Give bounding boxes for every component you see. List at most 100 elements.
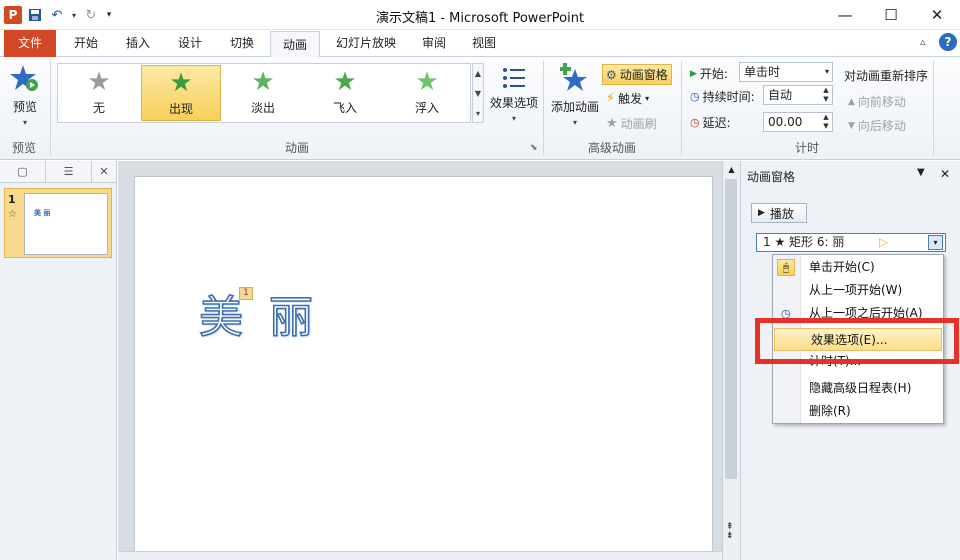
mouse-icon: 🖰: [777, 259, 795, 276]
close-pane-icon[interactable]: ✕: [92, 161, 116, 183]
tab-slides[interactable]: ▢: [0, 160, 46, 183]
tab-slideshow[interactable]: 幻灯片放映: [326, 30, 406, 57]
animation-label: 浮入: [414, 101, 439, 115]
effect-options-label: 效果选项: [489, 96, 538, 110]
animation-item-text: 1 ★ 矩形 6: 丽: [763, 235, 845, 249]
duration-value: 自动: [768, 88, 793, 102]
trigger-dropdown-icon: ▾: [645, 94, 650, 103]
play-button[interactable]: ▶ 播放: [751, 203, 807, 223]
duration-field[interactable]: 自动 ▲ ▼: [763, 85, 833, 105]
delay-field[interactable]: 00.00 ▲ ▼: [763, 112, 833, 132]
ribbon: 预览 ▾ 预览 ★ 无 ★ 出现 ★ 淡出 ★ 飞入 ★ 浮入 ▲ ▼ ▾ 效果选项…: [0, 57, 960, 160]
vertical-scrollbar[interactable]: ▲ ⇞ ⇟: [722, 161, 740, 560]
trigger-button[interactable]: ⚡ 触发 ▾: [606, 90, 649, 107]
slide-canvas[interactable]: 美 丽 1: [134, 176, 713, 560]
ribbon-tabs: 文件 开始 插入 设计 切换 动画 幻灯片放映 审阅 视图 ▵ ?: [0, 30, 960, 58]
animation-list-item[interactable]: 1 ★ 矩形 6: 丽 ▷ ▾: [756, 233, 946, 252]
effect-options-button[interactable]: 效果选项 ▾: [488, 65, 540, 123]
slides-pane-header: ▢ ☰ ✕: [0, 160, 116, 183]
duration-label: ◷ 持续时间:: [690, 88, 755, 105]
add-animation-button[interactable]: 添加动画 ▾: [550, 63, 600, 127]
separator: [543, 61, 544, 155]
previous-slide-icon[interactable]: ⇞ ⇟: [726, 523, 734, 541]
minimize-ribbon-icon[interactable]: ▵: [920, 35, 926, 48]
animation-appear[interactable]: ★ 出现: [141, 65, 221, 121]
start-label-text: 开始:: [699, 67, 728, 81]
close-pane-icon[interactable]: ✕: [940, 167, 950, 181]
delay-clock-icon: ◷: [690, 116, 700, 129]
slide-text[interactable]: 美 丽: [198, 281, 319, 345]
move-earlier-button[interactable]: ▲ 向前移动: [848, 93, 906, 110]
delay-value: 00.00: [768, 115, 803, 129]
separator: [681, 61, 682, 155]
reorder-label: 对动画重新排序: [844, 69, 929, 83]
menu-item-on-click[interactable]: 🖰 单击开始(C): [773, 256, 943, 279]
menu-item-label: 从上一项开始(W): [809, 283, 903, 297]
tab-insert[interactable]: 插入: [114, 30, 162, 57]
animation-indicator-icon: ☆: [8, 209, 17, 220]
scrollbar-thumb[interactable]: [725, 179, 737, 479]
minimize-icon[interactable]: —: [822, 0, 868, 30]
scroll-up-icon[interactable]: ▲: [723, 161, 740, 174]
animation-fly-in[interactable]: ★ 飞入: [305, 65, 385, 121]
start-select[interactable]: 单击时 ▾: [739, 62, 833, 82]
close-window-icon[interactable]: ✕: [914, 0, 960, 30]
menu-item-with-previous[interactable]: 从上一项开始(W): [773, 279, 943, 302]
menu-item-hide-timeline[interactable]: 隐藏高级日程表(H): [773, 377, 943, 400]
animation-none[interactable]: ★ 无: [59, 65, 139, 121]
start-value: 单击时: [744, 65, 781, 79]
slide-editor: 美 丽 1 ▲ ⇞ ⇟: [118, 161, 740, 560]
play-label: 播放: [769, 206, 794, 221]
animation-pane-icon: ⚙: [606, 67, 617, 82]
help-icon[interactable]: ?: [939, 33, 957, 51]
group-label-advanced: 高级动画: [587, 141, 636, 155]
tab-outline[interactable]: ☰: [46, 160, 92, 183]
tab-view[interactable]: 视图: [462, 30, 506, 57]
gallery-scroll[interactable]: ▲ ▼ ▾: [472, 63, 484, 123]
preview-label: 预览: [12, 100, 37, 114]
move-later-button[interactable]: ▼ 向后移动: [848, 117, 906, 134]
tab-animations[interactable]: 动画: [270, 31, 320, 58]
star-icon: ★: [169, 68, 193, 98]
slide-thumbnail-selection[interactable]: 1 ☆ 美 丽: [4, 188, 112, 258]
thumbnail-text: 美 丽: [34, 209, 51, 217]
star-icon: ★: [415, 67, 439, 97]
effect-options-icon: [503, 68, 525, 88]
tab-file[interactable]: 文件: [4, 30, 56, 57]
tab-review[interactable]: 审阅: [412, 30, 456, 57]
dialog-launcher-icon[interactable]: ⬊: [530, 143, 538, 153]
animation-float-in[interactable]: ★ 浮入: [387, 65, 467, 121]
animation-pane-button[interactable]: ⚙ 动画窗格: [602, 64, 672, 85]
animation-fade[interactable]: ★ 淡出: [223, 65, 303, 121]
tab-transitions[interactable]: 切换: [218, 30, 266, 57]
duration-spinner[interactable]: ▲ ▼: [820, 86, 832, 104]
animation-pane-title: 动画窗格: [747, 170, 796, 184]
animation-order-badge: 1: [239, 287, 253, 300]
animation-painter-label: 动画刷: [620, 117, 657, 131]
lightning-icon: ⚡: [606, 91, 616, 106]
item-dropdown-icon[interactable]: ▾: [928, 235, 943, 250]
menu-item-label: 单击开始(C): [809, 260, 875, 274]
menu-item-label: 删除(R): [809, 404, 851, 418]
start-label: ▶ 开始:: [690, 65, 728, 82]
tab-home[interactable]: 开始: [62, 30, 110, 57]
group-label-preview: 预览: [11, 141, 36, 155]
animation-label: 淡出: [250, 101, 275, 115]
highlight-callout-box: [755, 318, 959, 364]
menu-item-remove[interactable]: 删除(R): [773, 400, 943, 423]
pane-options-icon[interactable]: ▼: [917, 167, 925, 178]
slides-pane: ▢ ☰ ✕ 1 ☆ 美 丽: [0, 160, 117, 560]
maximize-icon[interactable]: ☐: [868, 0, 914, 30]
chevron-down-icon: ▾: [824, 67, 829, 76]
horizontal-scrollbar[interactable]: [118, 551, 722, 560]
delay-label-text: 延迟:: [702, 116, 731, 130]
delay-spinner[interactable]: ▲ ▼: [820, 113, 832, 131]
title-bar: P ↶ ▾ ↻ ▾ 演示文稿1 - Microsoft PowerPoint —…: [0, 0, 960, 30]
star-icon: ★: [333, 67, 357, 97]
animation-painter-button[interactable]: ★ 动画刷: [606, 115, 657, 132]
slide-thumbnail: 美 丽: [24, 193, 108, 255]
tab-design[interactable]: 设计: [166, 30, 214, 57]
preview-button[interactable]: 预览 ▾: [8, 63, 42, 127]
effect-options-dropdown-icon: ▾: [511, 114, 516, 123]
timing-marker-icon: ▷: [879, 235, 889, 249]
